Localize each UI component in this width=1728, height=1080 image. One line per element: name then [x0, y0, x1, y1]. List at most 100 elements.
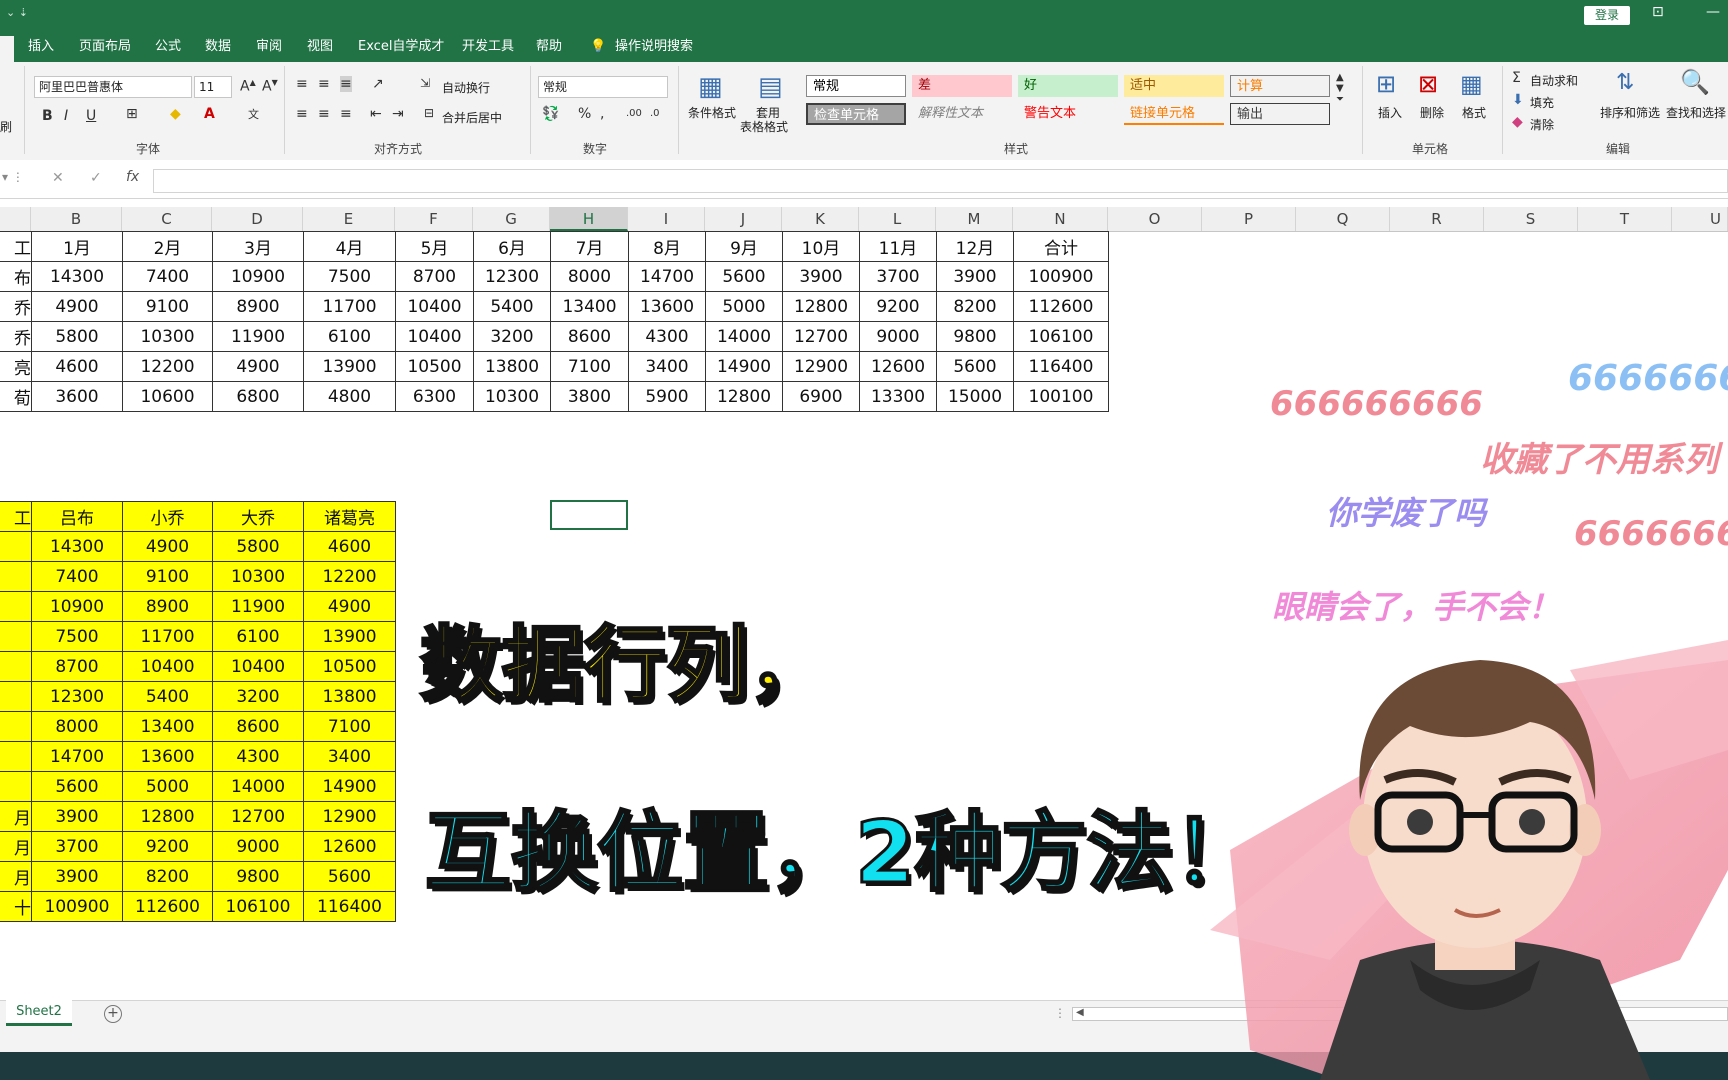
- cell[interactable]: 5000: [705, 291, 783, 322]
- cell[interactable]: 8600: [550, 321, 629, 352]
- align-top-icon[interactable]: ≡: [296, 76, 308, 92]
- formula-input[interactable]: [153, 169, 1728, 193]
- cell[interactable]: 布: [0, 261, 32, 292]
- cell[interactable]: 5900: [628, 381, 706, 412]
- cell[interactable]: 116400: [1013, 351, 1109, 382]
- fill-button[interactable]: 填充: [1530, 94, 1554, 111]
- cell[interactable]: 小乔: [122, 501, 213, 532]
- cell[interactable]: 6800: [212, 381, 304, 412]
- style-calculation[interactable]: 计算: [1230, 75, 1330, 97]
- column-header[interactable]: K: [782, 207, 859, 231]
- cell[interactable]: [0, 561, 32, 592]
- style-bad[interactable]: 差: [912, 75, 1012, 97]
- cell[interactable]: 14700: [31, 741, 123, 772]
- clear-icon[interactable]: ◆: [1512, 114, 1523, 130]
- cell[interactable]: 13800: [473, 351, 551, 382]
- cell[interactable]: 10月: [782, 231, 860, 262]
- tab-review[interactable]: 审阅: [256, 32, 282, 62]
- cell[interactable]: 9800: [212, 861, 304, 892]
- cell[interactable]: 大乔: [212, 501, 304, 532]
- cell[interactable]: 100100: [1013, 381, 1109, 412]
- percent-icon[interactable]: %: [578, 106, 591, 122]
- cell[interactable]: 7500: [303, 261, 396, 292]
- cell[interactable]: 112600: [1013, 291, 1109, 322]
- cell[interactable]: 5600: [31, 771, 123, 802]
- cell[interactable]: 月: [0, 861, 32, 892]
- column-header[interactable]: U: [1672, 207, 1728, 231]
- cell[interactable]: 11月: [859, 231, 937, 262]
- cell[interactable]: 12700: [212, 801, 304, 832]
- align-middle-icon[interactable]: ≡: [318, 76, 330, 92]
- tab-developer[interactable]: 开发工具: [462, 32, 514, 62]
- cell[interactable]: 106100: [1013, 321, 1109, 352]
- cell[interactable]: 9000: [212, 831, 304, 862]
- scroll-left-icon[interactable]: ◀: [1076, 1007, 1084, 1018]
- column-header[interactable]: D: [212, 207, 303, 231]
- cell[interactable]: 3700: [859, 261, 937, 292]
- currency-icon[interactable]: 💱: [542, 106, 559, 122]
- cell[interactable]: 9200: [122, 831, 213, 862]
- cell[interactable]: 14900: [303, 771, 396, 802]
- font-size-select[interactable]: 11: [194, 76, 232, 98]
- cell[interactable]: 乔: [0, 291, 32, 322]
- cell[interactable]: 8900: [122, 591, 213, 622]
- cell[interactable]: 11700: [122, 621, 213, 652]
- wrap-text-icon[interactable]: ⇲: [420, 76, 430, 90]
- cell[interactable]: 13900: [303, 621, 396, 652]
- cell[interactable]: 4900: [303, 591, 396, 622]
- cell[interactable]: 十: [0, 891, 32, 922]
- cell[interactable]: 12600: [303, 831, 396, 862]
- align-bottom-icon[interactable]: ≡: [340, 76, 352, 92]
- phonetic-icon[interactable]: 文: [248, 106, 259, 122]
- cell[interactable]: 8000: [550, 261, 629, 292]
- cell[interactable]: 8200: [936, 291, 1014, 322]
- cell[interactable]: 100900: [1013, 261, 1109, 292]
- cell[interactable]: 诸葛亮: [303, 501, 396, 532]
- fill-color-icon[interactable]: ◆: [170, 106, 181, 122]
- increase-indent-icon[interactable]: ⇥: [392, 106, 404, 122]
- cell[interactable]: 10500: [303, 651, 396, 682]
- cell[interactable]: 12200: [122, 351, 213, 382]
- style-linked-cell[interactable]: 链接单元格: [1124, 103, 1224, 125]
- cell[interactable]: 3900: [31, 801, 123, 832]
- cell[interactable]: 11900: [212, 591, 304, 622]
- name-box-dropdown-icon[interactable]: ▾ ⋮: [2, 170, 24, 184]
- align-left-icon[interactable]: ≡: [296, 106, 308, 122]
- format-as-table-icon[interactable]: ▤: [758, 72, 783, 102]
- add-sheet-icon[interactable]: +: [104, 1005, 122, 1023]
- cell[interactable]: 3200: [212, 681, 304, 712]
- confirm-entry-icon[interactable]: ✓: [90, 170, 102, 186]
- cell[interactable]: 6月: [473, 231, 551, 262]
- cell[interactable]: 12600: [859, 351, 937, 382]
- column-header[interactable]: T: [1578, 207, 1672, 231]
- format-cells-button[interactable]: 格式: [1462, 104, 1486, 121]
- cell[interactable]: 4月: [303, 231, 396, 262]
- cell[interactable]: [0, 651, 32, 682]
- cell[interactable]: 12700: [782, 321, 860, 352]
- cell[interactable]: 5400: [122, 681, 213, 712]
- tab-view[interactable]: 视图: [307, 32, 333, 62]
- style-warning[interactable]: 警告文本: [1018, 103, 1118, 125]
- cell[interactable]: 10300: [212, 561, 304, 592]
- column-header[interactable]: B: [31, 207, 122, 231]
- cell[interactable]: 14300: [31, 531, 123, 562]
- cell[interactable]: 12800: [705, 381, 783, 412]
- delete-cells-button[interactable]: 删除: [1420, 104, 1444, 121]
- cell[interactable]: [0, 741, 32, 772]
- conditional-format-icon[interactable]: ▦: [698, 72, 723, 102]
- cell[interactable]: 14000: [212, 771, 304, 802]
- cell[interactable]: 10300: [473, 381, 551, 412]
- cell[interactable]: 15000: [936, 381, 1014, 412]
- cell[interactable]: 7400: [31, 561, 123, 592]
- minimize-icon[interactable]: —: [1706, 4, 1720, 20]
- cell[interactable]: 5600: [303, 861, 396, 892]
- cell[interactable]: 4900: [31, 291, 123, 322]
- cell[interactable]: 4300: [212, 741, 304, 772]
- cell[interactable]: 14900: [705, 351, 783, 382]
- cell[interactable]: 4900: [122, 531, 213, 562]
- cell[interactable]: 13600: [628, 291, 706, 322]
- cell[interactable]: 9月: [705, 231, 783, 262]
- cell[interactable]: 12800: [782, 291, 860, 322]
- column-header[interactable]: M: [936, 207, 1013, 231]
- cell[interactable]: 5月: [395, 231, 474, 262]
